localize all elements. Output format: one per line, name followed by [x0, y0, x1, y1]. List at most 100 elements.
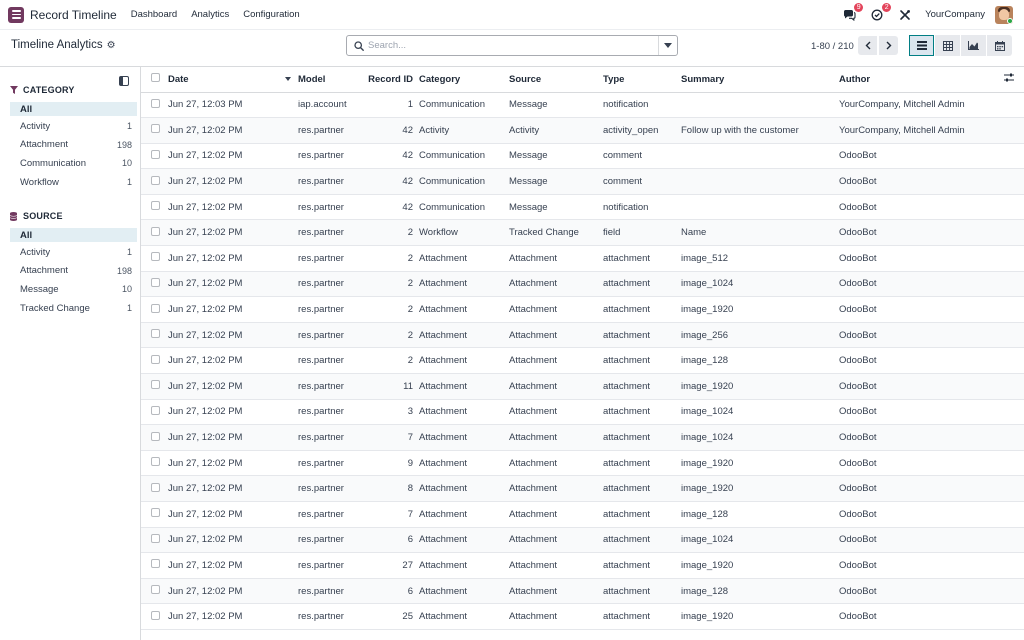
table-row[interactable]: Jun 27, 12:02 PM res.partner 2 Workflow Trac…	[141, 219, 1024, 246]
row-select-cell[interactable]	[141, 374, 168, 400]
table-row[interactable]: Jun 27, 12:02 PM res.partner 42 Communicati…	[141, 194, 1024, 220]
table-row[interactable]: Jun 27, 12:02 PM res.partner 42 Communicati…	[141, 168, 1024, 195]
column-date[interactable]: Date	[168, 67, 298, 92]
row-checkbox[interactable]	[151, 559, 160, 569]
pager-previous-button[interactable]	[858, 36, 877, 55]
row-checkbox[interactable]	[151, 201, 160, 211]
row-checkbox[interactable]	[151, 380, 160, 390]
category-item-attachment[interactable]: Attachment 198	[10, 136, 137, 155]
row-select-cell[interactable]	[141, 271, 168, 297]
pager-value[interactable]: 1-80 / 210	[811, 41, 854, 52]
debug-tools-icon[interactable]	[897, 7, 913, 23]
row-select-cell[interactable]	[141, 322, 168, 348]
table-row[interactable]: Jun 27, 12:02 PM res.partner 9 Attachment At…	[141, 450, 1024, 476]
row-select-cell[interactable]	[141, 425, 168, 451]
app-menu-icon[interactable]	[8, 6, 24, 23]
row-checkbox[interactable]	[151, 585, 160, 595]
pager-next-button[interactable]	[879, 36, 898, 55]
select-all-header[interactable]	[141, 67, 168, 92]
row-checkbox[interactable]	[151, 533, 160, 543]
column-author[interactable]: Author	[839, 67, 1004, 92]
app-title[interactable]: Record Timeline	[30, 8, 117, 22]
row-checkbox[interactable]	[151, 457, 160, 467]
row-checkbox[interactable]	[151, 175, 160, 185]
table-row[interactable]: Jun 27, 12:02 PM res.partner 8 Attachment At…	[141, 475, 1024, 502]
menu-analytics[interactable]: Analytics	[191, 9, 229, 20]
row-checkbox[interactable]	[151, 482, 160, 492]
row-checkbox[interactable]	[151, 405, 160, 415]
user-avatar[interactable]	[995, 5, 1013, 24]
activities-clock-icon[interactable]: 2	[869, 2, 892, 23]
table-row[interactable]: Jun 27, 12:02 PM res.partner 11 Attachment A…	[141, 373, 1024, 400]
row-checkbox[interactable]	[151, 277, 160, 287]
search-input[interactable]	[368, 40, 658, 51]
table-row[interactable]: Jun 27, 12:02 PM res.partner 25 Attachment A…	[141, 603, 1024, 630]
column-source[interactable]: Source	[509, 67, 603, 92]
view-list-button[interactable]	[909, 35, 934, 56]
table-row[interactable]: Jun 27, 12:02 PM res.partner 42 Activity Act…	[141, 117, 1024, 144]
table-row[interactable]: Jun 27, 12:02 PM res.partner 7 Attachment At…	[141, 424, 1024, 451]
table-row[interactable]: Jun 27, 12:02 PM res.partner 2 Attachment At…	[141, 245, 1024, 272]
row-select-cell[interactable]	[141, 92, 168, 118]
row-checkbox[interactable]	[151, 98, 160, 108]
menu-configuration[interactable]: Configuration	[243, 9, 300, 20]
row-select-cell[interactable]	[141, 553, 168, 579]
row-select-cell[interactable]	[141, 297, 168, 323]
row-select-cell[interactable]	[141, 476, 168, 502]
row-checkbox[interactable]	[151, 610, 160, 620]
table-row[interactable]: Jun 27, 12:02 PM res.partner 2 Attachment At…	[141, 347, 1024, 374]
column-model[interactable]: Model	[298, 67, 368, 92]
row-checkbox[interactable]	[151, 354, 160, 364]
source-item-activity[interactable]: Activity 1	[10, 243, 137, 262]
view-calendar-button[interactable]	[987, 35, 1012, 56]
row-select-cell[interactable]	[141, 246, 168, 272]
source-item-tracked-change[interactable]: Tracked Change 1	[10, 299, 137, 318]
column-summary[interactable]: Summary	[681, 67, 839, 92]
column-category[interactable]: Category	[419, 67, 509, 92]
table-row[interactable]: Jun 27, 12:02 PM res.partner 2 Attachment At…	[141, 296, 1024, 323]
row-checkbox[interactable]	[151, 252, 160, 262]
search-bar[interactable]	[346, 35, 678, 56]
category-item-communication[interactable]: Communication 10	[10, 154, 137, 173]
select-all-checkbox[interactable]	[151, 73, 160, 83]
table-row[interactable]: Jun 27, 12:02 PM res.partner 6 Attachment At…	[141, 578, 1024, 604]
view-pivot-button[interactable]	[935, 35, 960, 56]
category-item-workflow[interactable]: Workflow 1	[10, 173, 137, 192]
row-select-cell[interactable]	[141, 502, 168, 528]
table-row[interactable]: Jun 27, 12:02 PM res.partner 7 Attachment At…	[141, 501, 1024, 528]
menu-dashboard[interactable]: Dashboard	[131, 9, 177, 20]
row-checkbox[interactable]	[151, 303, 160, 313]
table-row[interactable]: Jun 27, 12:03 PM iap.account 1 Communicatio…	[141, 92, 1024, 118]
messages-icon[interactable]: 9	[841, 2, 864, 23]
search-options-toggle[interactable]	[658, 36, 677, 55]
row-checkbox[interactable]	[151, 149, 160, 159]
table-row[interactable]: Jun 27, 12:02 PM res.partner 3 Attachment At…	[141, 399, 1024, 425]
row-select-cell[interactable]	[141, 118, 168, 144]
table-row[interactable]: Jun 27, 12:02 PM res.partner 2 Attachment At…	[141, 271, 1024, 297]
row-select-cell[interactable]	[141, 399, 168, 425]
column-record-id[interactable]: Record ID	[368, 67, 419, 92]
row-select-cell[interactable]	[141, 578, 168, 604]
row-select-cell[interactable]	[141, 143, 168, 169]
category-item-activity[interactable]: Activity 1	[10, 117, 137, 136]
row-checkbox[interactable]	[151, 431, 160, 441]
table-row[interactable]: Jun 27, 12:02 PM res.partner 27 Attachment A…	[141, 552, 1024, 579]
category-item-all[interactable]: All	[10, 102, 137, 116]
row-select-cell[interactable]	[141, 194, 168, 220]
row-checkbox[interactable]	[151, 329, 160, 339]
optional-columns-toggle[interactable]	[1004, 67, 1024, 92]
table-row[interactable]: Jun 27, 12:02 PM res.partner 6 Attachment At…	[141, 527, 1024, 553]
table-row[interactable]: Jun 27, 12:02 PM res.partner 42 Communicati…	[141, 143, 1024, 169]
source-item-all[interactable]: All	[10, 228, 137, 242]
row-checkbox[interactable]	[151, 226, 160, 236]
row-select-cell[interactable]	[141, 169, 168, 195]
gear-icon[interactable]: ⚙	[107, 40, 116, 51]
table-row[interactable]: Jun 27, 12:02 PM res.partner 2 Attachment At…	[141, 322, 1024, 348]
row-checkbox[interactable]	[151, 124, 160, 134]
row-select-cell[interactable]	[141, 527, 168, 553]
source-item-attachment[interactable]: Attachment 198	[10, 262, 137, 281]
row-select-cell[interactable]	[141, 604, 168, 630]
view-graph-button[interactable]	[961, 35, 986, 56]
row-select-cell[interactable]	[141, 450, 168, 476]
company-switcher[interactable]: YourCompany	[925, 9, 985, 20]
